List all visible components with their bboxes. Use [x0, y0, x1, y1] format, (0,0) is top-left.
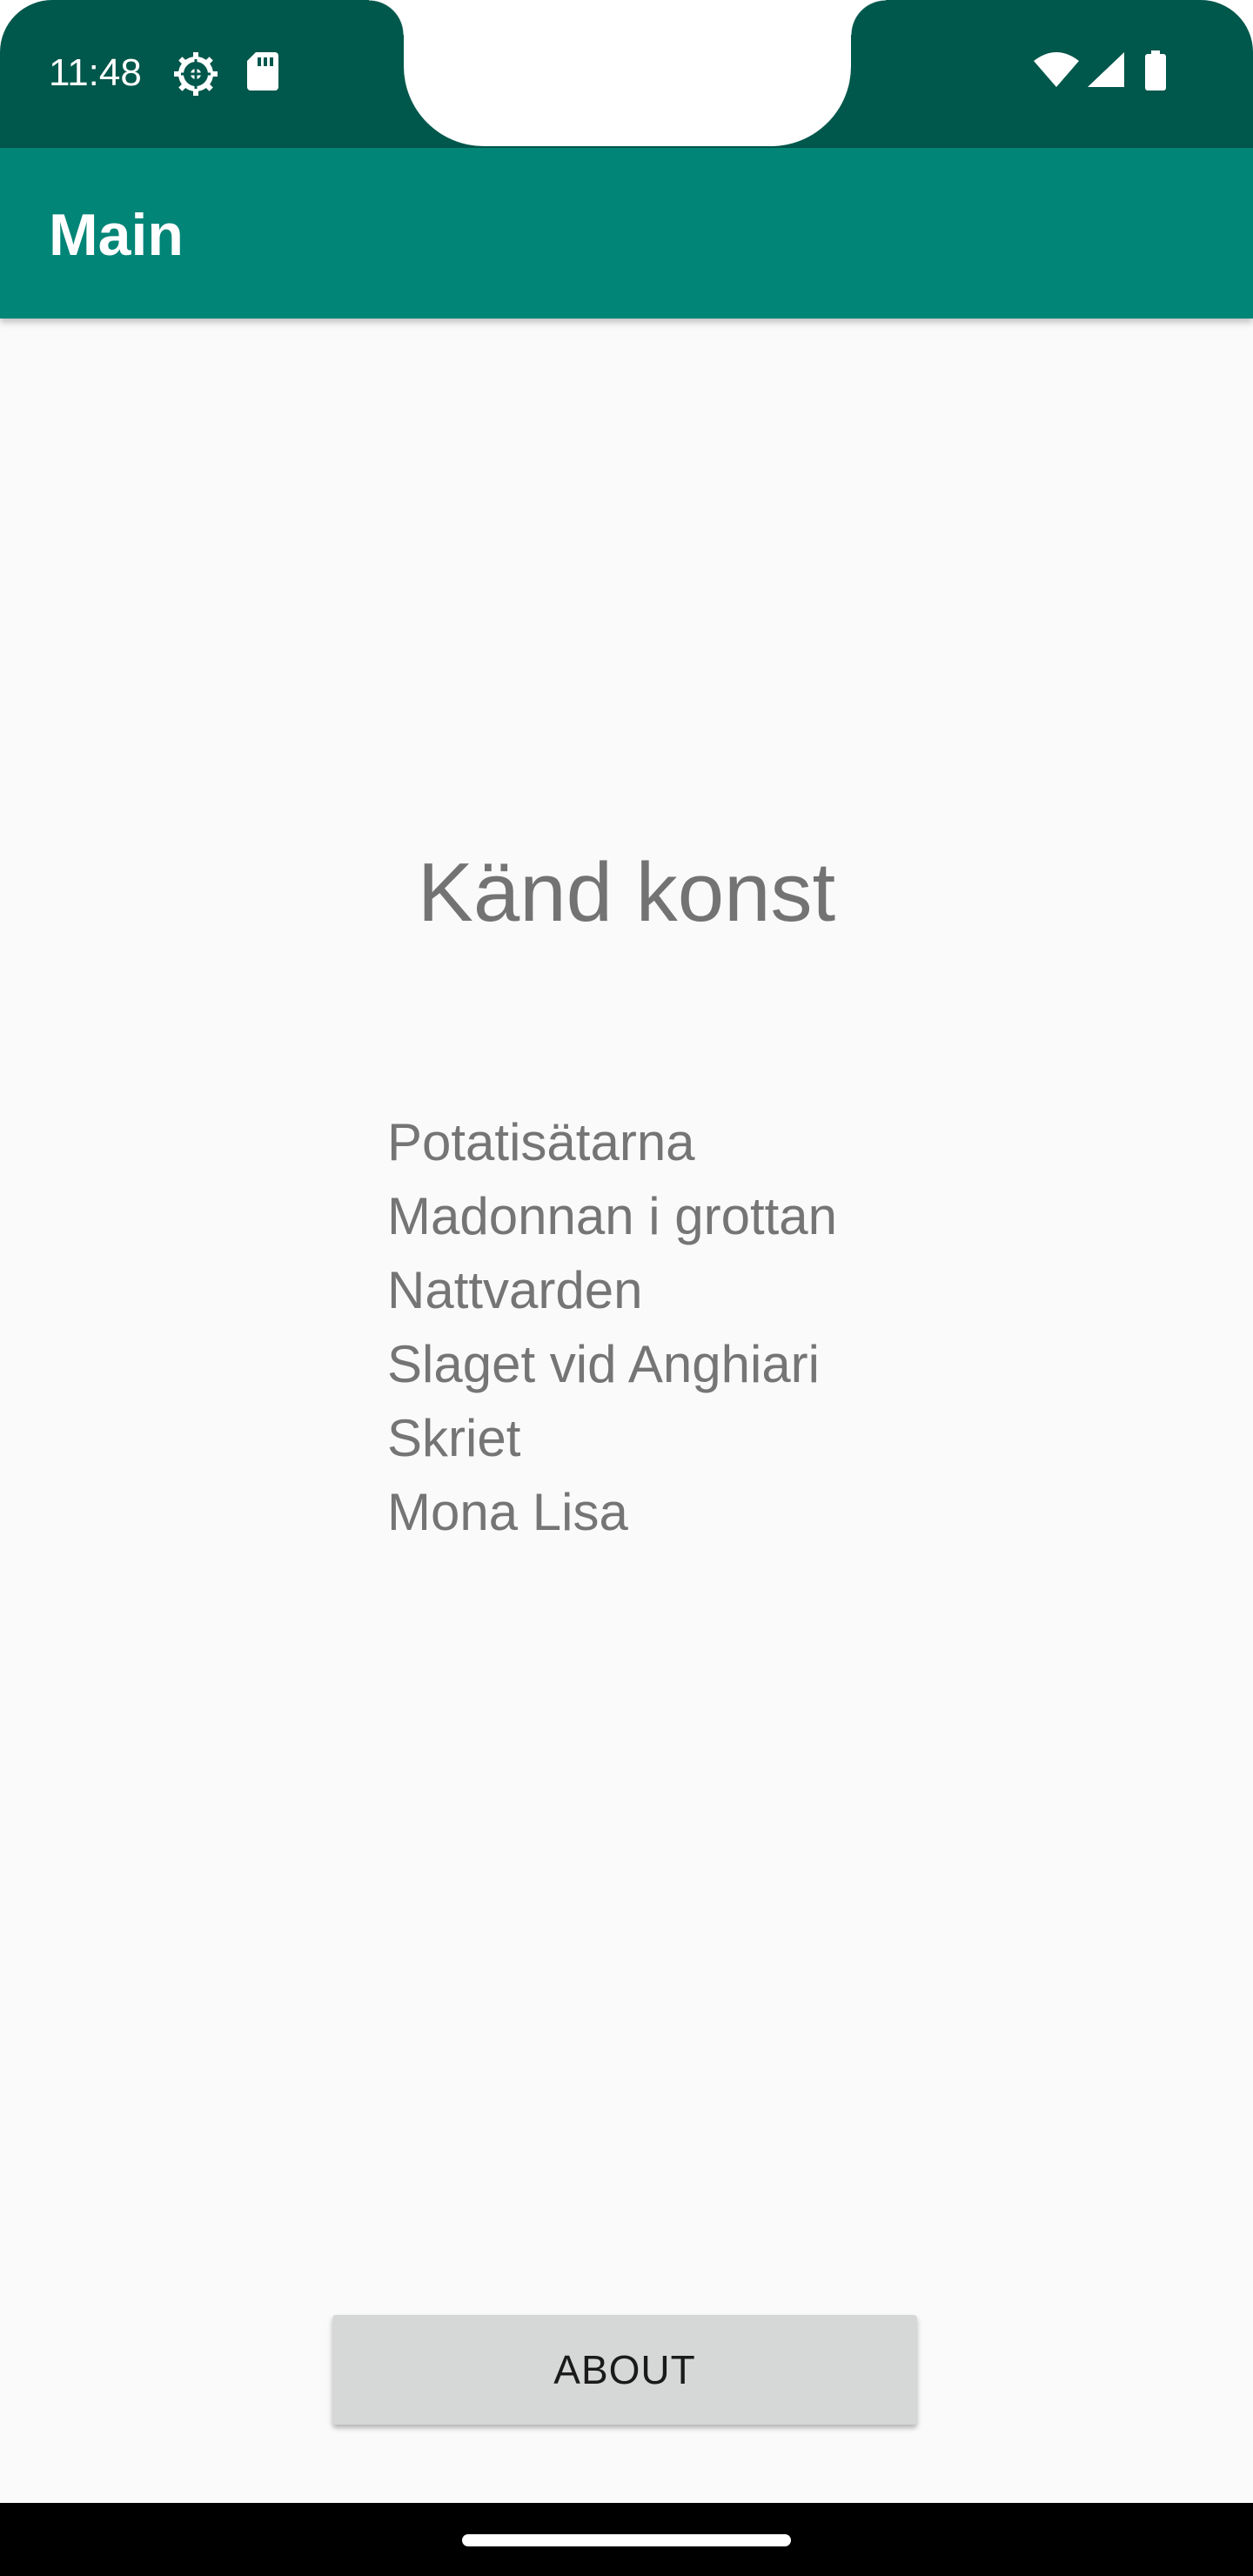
display-notch [369, 0, 886, 146]
list-item: Mona Lisa [387, 1483, 628, 1541]
list-item: Skriet [387, 1409, 521, 1467]
artwork-list: Potatisätarna Madonnan i grottan Nattvar… [387, 1105, 837, 1549]
list-item: Madonnan i grottan [387, 1187, 838, 1245]
page-heading: Känd konst [417, 846, 836, 939]
list-item: Potatisätarna [387, 1113, 695, 1171]
list-item: Nattvarden [387, 1261, 643, 1319]
list-item: Slaget vid Anghiari [387, 1335, 820, 1393]
screen-corner-left [0, 0, 52, 52]
cell-signal-icon [1084, 50, 1126, 93]
gear-icon [172, 50, 219, 102]
app-bar-title: Main [49, 202, 184, 268]
navigation-bar [0, 2503, 1253, 2576]
screen-corner-right [1201, 0, 1253, 52]
home-gesture-handle[interactable] [462, 2534, 791, 2546]
battery-icon [1143, 50, 1168, 95]
status-bar: 11:48 [0, 0, 1253, 148]
sd-card-icon [245, 50, 280, 97]
wifi-icon [1032, 50, 1081, 93]
status-time: 11:48 [49, 51, 142, 94]
about-button[interactable]: ABOUT [332, 2315, 917, 2425]
app-bar: Main [0, 148, 1253, 319]
